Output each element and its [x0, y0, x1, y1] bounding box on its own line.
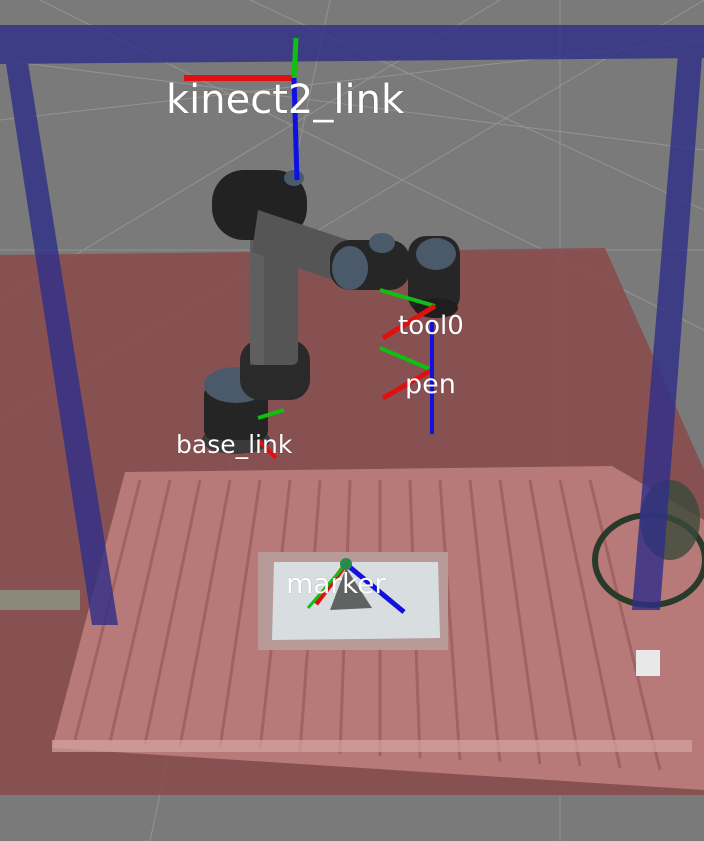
point-cloud-edge [52, 740, 692, 752]
frame-label-pen: pen [405, 369, 456, 400]
frame-label-tool0: tool0 [398, 311, 464, 341]
frame-label-kinect2-link: kinect2_link [166, 77, 405, 123]
frame-label-marker: marker [286, 567, 386, 600]
frame-label-base-link: base_link [176, 430, 293, 459]
rviz-3d-viewport[interactable]: kinect2_link tool0 pen base_link marker [0, 0, 704, 841]
scene-canvas [0, 0, 704, 841]
